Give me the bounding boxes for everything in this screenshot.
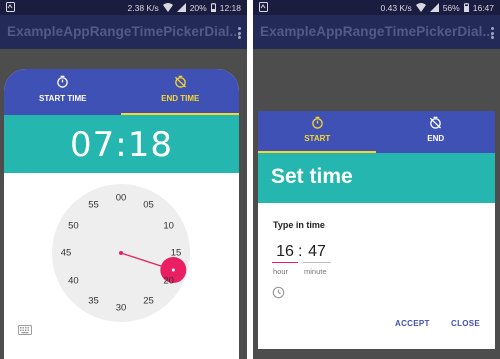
tab-end-label: END xyxy=(427,134,445,143)
hour-caption: hour xyxy=(273,267,289,276)
tab-start-time[interactable]: START TIME xyxy=(4,69,122,115)
hour-input[interactable]: 16 xyxy=(272,243,298,263)
stopwatch-icon xyxy=(57,75,69,88)
tab-bar: START END xyxy=(258,111,495,153)
type-in-time-label: Type in time xyxy=(273,220,325,230)
time-separator: : xyxy=(298,243,303,260)
clock-number: 05 xyxy=(143,199,154,211)
clock-number: 40 xyxy=(68,275,79,286)
status-bar: 0.43 K/s 56% 16:47 xyxy=(253,0,500,15)
signal-icon xyxy=(429,3,439,12)
range-time-picker-dialog: START END Set time Type in time 16 : 47 … xyxy=(258,111,495,349)
right-screen: 0.43 K/s 56% 16:47 ExampleAppRangeTimePi… xyxy=(253,0,500,359)
timer-off-icon xyxy=(430,116,442,129)
wifi-icon xyxy=(162,3,173,12)
overflow-menu-icon[interactable] xyxy=(238,27,242,39)
clock-hand xyxy=(119,251,187,283)
battery-percent: 20% xyxy=(189,2,207,13)
clock-number: 10 xyxy=(163,220,174,231)
clock-area: 00 05 10 15 20 25 30 35 40 45 50 55 xyxy=(4,173,239,359)
clock-number: 20 xyxy=(163,275,174,286)
app-title: ExampleAppRangeTimePickerDial... xyxy=(260,24,495,39)
clock-icon[interactable] xyxy=(272,286,285,299)
overflow-menu-icon[interactable] xyxy=(491,27,495,39)
clock-time: 16:47 xyxy=(472,2,494,13)
close-button[interactable]: CLOSE xyxy=(451,319,480,328)
clock-number: 55 xyxy=(88,199,99,211)
clock-number: 15 xyxy=(170,247,182,259)
accept-button[interactable]: ACCEPT xyxy=(395,319,430,328)
range-time-picker-dialog: START TIME END TIME 07:18 00 05 10 15 20 25 30… xyxy=(4,69,239,359)
clock-number: 00 xyxy=(115,192,127,204)
notification-icon xyxy=(6,2,15,12)
network-speed: 2.38 K/s xyxy=(127,2,159,13)
tab-end-time-label: END TIME xyxy=(161,94,200,103)
tab-end-time[interactable]: END TIME xyxy=(122,69,240,115)
tab-end[interactable]: END xyxy=(377,111,496,153)
clock-number: 25 xyxy=(143,295,154,307)
tab-start[interactable]: START xyxy=(258,111,377,153)
clock-number: 30 xyxy=(115,302,127,314)
selected-time[interactable]: 07:18 xyxy=(4,125,239,165)
time-header: 07:18 xyxy=(4,115,239,173)
tab-start-label: START xyxy=(304,134,331,143)
stopwatch-icon xyxy=(311,116,323,129)
clock-time: 12:18 xyxy=(219,2,241,13)
network-speed: 0.43 K/s xyxy=(380,2,412,13)
status-bar: 2.38 K/s 20% 12:18 xyxy=(0,0,247,15)
set-time-header: Set time xyxy=(258,153,495,203)
app-bar: ExampleAppRangeTimePickerDial... xyxy=(0,15,247,49)
set-time-title: Set time xyxy=(271,165,353,188)
tab-bar: START TIME END TIME xyxy=(4,69,239,115)
signal-icon xyxy=(176,3,186,12)
battery-icon xyxy=(210,3,216,12)
minute-caption: minute xyxy=(304,267,327,276)
keyboard-icon[interactable] xyxy=(18,325,32,335)
wifi-icon xyxy=(415,3,426,12)
clock-number: 50 xyxy=(68,220,79,231)
minute-clock-dial[interactable]: 00 05 10 15 20 25 30 35 40 45 50 55 xyxy=(52,184,190,322)
clock-number: 35 xyxy=(88,295,99,307)
notification-icon xyxy=(259,2,268,12)
left-screen: 2.38 K/s 20% 12:18 ExampleAppRangeTimePi… xyxy=(0,0,247,359)
minute-input[interactable]: 47 xyxy=(303,243,331,263)
app-title: ExampleAppRangeTimePickerDial... xyxy=(7,24,242,39)
battery-percent: 56% xyxy=(442,2,460,13)
timer-off-icon xyxy=(174,75,186,88)
battery-icon xyxy=(463,3,469,12)
tab-start-time-label: START TIME xyxy=(39,94,87,103)
app-bar: ExampleAppRangeTimePickerDial... xyxy=(253,15,500,49)
clock-number: 45 xyxy=(60,247,72,259)
